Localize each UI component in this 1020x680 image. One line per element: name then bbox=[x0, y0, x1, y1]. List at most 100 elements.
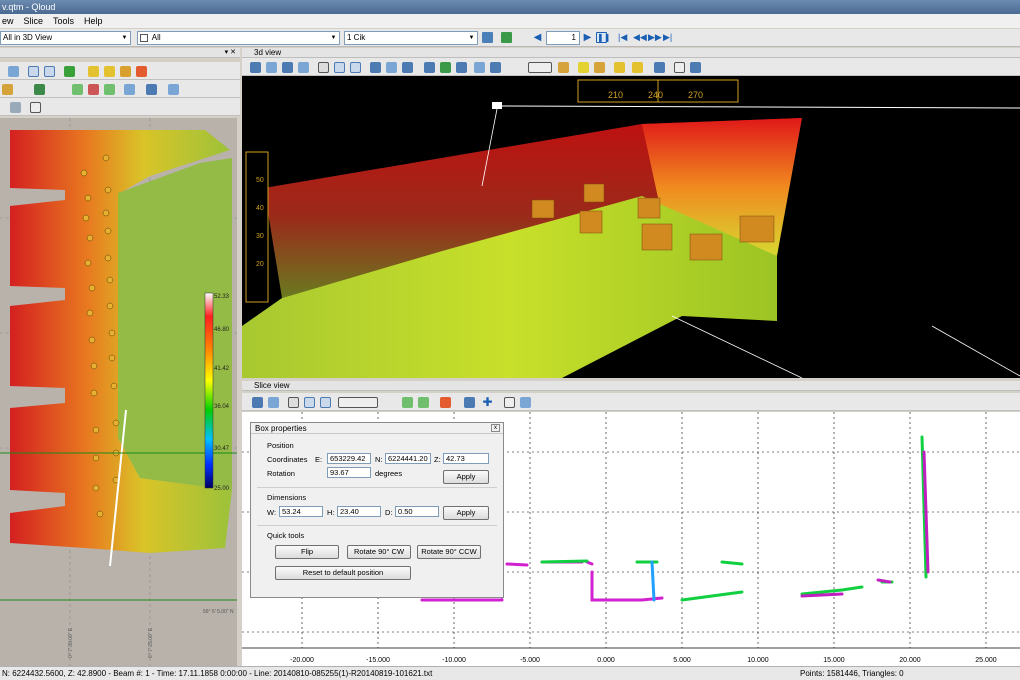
zoom-in-icon[interactable] bbox=[28, 66, 39, 77]
zoom-out-icon[interactable] bbox=[320, 397, 331, 408]
depth-field[interactable]: 0.50 bbox=[395, 506, 439, 517]
panel-menu-icon[interactable]: ▾ ✕ bbox=[225, 48, 236, 58]
arrow-icon[interactable] bbox=[168, 84, 179, 95]
left-toolbar-1 bbox=[0, 62, 240, 80]
colorbar-label-5: 30.47 bbox=[214, 446, 230, 452]
color-icon[interactable] bbox=[594, 62, 605, 73]
points-icon[interactable] bbox=[88, 84, 99, 95]
star-icon[interactable] bbox=[104, 66, 115, 77]
menu-tools[interactable]: Tools bbox=[53, 14, 74, 28]
left-toolbar-3 bbox=[0, 98, 240, 116]
next-frame-icon[interactable]: ▶ bbox=[582, 32, 593, 43]
height-field[interactable]: 23.40 bbox=[337, 506, 381, 517]
color-scale-bar bbox=[204, 292, 214, 489]
measure-icon[interactable] bbox=[124, 84, 135, 95]
zoom-out-icon[interactable] bbox=[350, 62, 361, 73]
rotate-icon[interactable] bbox=[252, 397, 263, 408]
layers-icon[interactable] bbox=[34, 84, 45, 95]
plan-view[interactable]: 52.33 46.80 41.42 36.04 30.47 25.00 56° … bbox=[0, 118, 237, 666]
select-icon[interactable] bbox=[8, 66, 19, 77]
texture-icon[interactable] bbox=[558, 62, 569, 73]
pin-icon[interactable] bbox=[490, 62, 501, 73]
flip-button[interactable]: Flip bbox=[275, 545, 339, 559]
add-icon[interactable]: ✚ bbox=[482, 396, 493, 408]
flag-icon[interactable] bbox=[464, 397, 475, 408]
e-coordinate-field[interactable]: 653229.42 bbox=[327, 453, 371, 464]
check-icon[interactable] bbox=[64, 66, 75, 77]
reset-position-button[interactable]: Reset to default position bbox=[275, 566, 411, 580]
prev-frame-icon[interactable]: ◀ bbox=[532, 32, 543, 43]
h-label: H: bbox=[327, 508, 335, 517]
last-frame-icon[interactable]: ▶| bbox=[663, 32, 674, 43]
view3d-canvas[interactable]: 210 240 270 50 40 30 20 bbox=[242, 76, 1020, 378]
z-coordinate-field[interactable]: 42.73 bbox=[443, 453, 489, 464]
move-icon[interactable] bbox=[282, 62, 293, 73]
first-frame-icon[interactable]: |◀ bbox=[618, 32, 629, 43]
left-panel-header: ▾ ✕ bbox=[0, 48, 240, 58]
rotate-ccw-button[interactable]: Rotate 90° CCW bbox=[417, 545, 481, 559]
apply-dimensions-button[interactable]: Apply bbox=[443, 506, 489, 520]
rotate-cw-button[interactable]: Rotate 90° CW bbox=[347, 545, 411, 559]
document-icon[interactable] bbox=[30, 102, 41, 113]
status-right: Points: 1581446, Triangles: 0 bbox=[800, 669, 904, 678]
star-icon[interactable] bbox=[88, 66, 99, 77]
measure-icon[interactable] bbox=[474, 62, 485, 73]
menu-view[interactable]: ew bbox=[2, 14, 14, 28]
pause-icon[interactable]: ❚❚ bbox=[596, 32, 610, 43]
measure-icon[interactable] bbox=[654, 62, 665, 73]
filter-icon[interactable] bbox=[482, 32, 493, 43]
checkbox-icon[interactable] bbox=[140, 33, 148, 42]
star-icon[interactable] bbox=[120, 66, 131, 77]
menu-help[interactable]: Help bbox=[84, 14, 103, 28]
bulb-icon[interactable] bbox=[614, 62, 625, 73]
layout-icon[interactable] bbox=[528, 62, 552, 73]
points-icon[interactable] bbox=[418, 397, 429, 408]
frame-input[interactable]: 1 bbox=[546, 31, 580, 45]
flag-icon[interactable] bbox=[146, 84, 157, 95]
pin-icon[interactable] bbox=[501, 32, 512, 43]
chevron-down-icon: ▼ bbox=[121, 35, 128, 41]
points-icon[interactable] bbox=[104, 84, 115, 95]
rotate-icon[interactable] bbox=[250, 62, 261, 73]
view-select[interactable]: All in 3D View ▼ bbox=[0, 31, 131, 45]
dataset-select[interactable]: 1 Cik ▼ bbox=[344, 31, 478, 45]
close-icon[interactable]: x bbox=[491, 424, 500, 432]
fast-forward-icon[interactable]: ▶▶ bbox=[648, 32, 662, 43]
d-label: D: bbox=[385, 508, 393, 517]
box-icon[interactable] bbox=[402, 62, 413, 73]
rewind-icon[interactable]: ◀◀ bbox=[633, 32, 647, 43]
document-icon[interactable] bbox=[504, 397, 515, 408]
pan-icon[interactable] bbox=[268, 397, 279, 408]
apply-position-button[interactable]: Apply bbox=[443, 470, 489, 484]
light-icon[interactable] bbox=[370, 62, 381, 73]
x-tick-4: -5.000 bbox=[520, 657, 540, 664]
rotation-field[interactable]: 93.67 bbox=[327, 467, 371, 478]
menu-slice[interactable]: Slice bbox=[24, 14, 44, 28]
filter-select[interactable]: All ▼ bbox=[137, 31, 340, 45]
zoom-in-icon[interactable] bbox=[304, 397, 315, 408]
layout-icon[interactable] bbox=[338, 397, 378, 408]
color-icon[interactable] bbox=[578, 62, 589, 73]
delete-icon[interactable] bbox=[136, 66, 147, 77]
document-icon[interactable] bbox=[674, 62, 685, 73]
width-field[interactable]: 53.24 bbox=[279, 506, 323, 517]
fit-icon[interactable] bbox=[288, 397, 299, 408]
fit-icon[interactable] bbox=[318, 62, 329, 73]
camera-icon[interactable] bbox=[424, 62, 435, 73]
zoom-out-icon[interactable] bbox=[44, 66, 55, 77]
sun-icon[interactable] bbox=[632, 62, 643, 73]
delete-icon[interactable] bbox=[440, 397, 451, 408]
view-icon[interactable] bbox=[456, 62, 467, 73]
points-icon[interactable] bbox=[72, 84, 83, 95]
points-icon[interactable] bbox=[402, 397, 413, 408]
zoom-in-icon[interactable] bbox=[334, 62, 345, 73]
pan-icon[interactable] bbox=[266, 62, 277, 73]
screen-icon[interactable] bbox=[690, 62, 701, 73]
measure-icon[interactable] bbox=[520, 397, 531, 408]
n-coordinate-field[interactable]: 6224441.20 bbox=[385, 453, 431, 464]
box-icon[interactable] bbox=[386, 62, 397, 73]
refresh-icon[interactable] bbox=[10, 102, 21, 113]
orbit-icon[interactable] bbox=[298, 62, 309, 73]
ground-icon[interactable] bbox=[440, 62, 451, 73]
folder-icon[interactable] bbox=[2, 84, 13, 95]
